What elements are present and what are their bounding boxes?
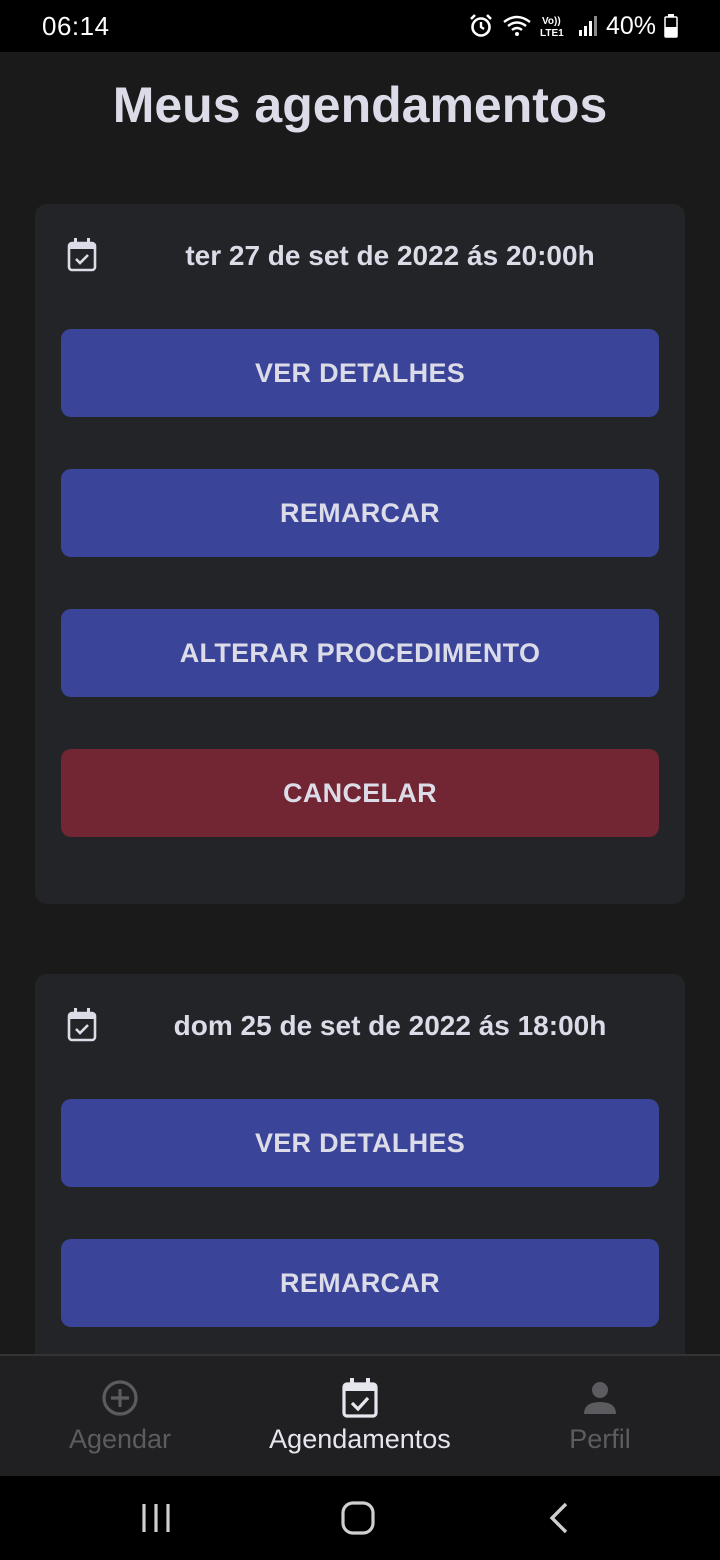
bottom-navigation: Agendar Agendamentos Perfil: [0, 1354, 720, 1476]
alarm-icon: [470, 14, 492, 37]
nav-label: Agendamentos: [269, 1424, 451, 1454]
battery-icon: [664, 14, 678, 38]
nav-item-agendar[interactable]: Agendar: [40, 1356, 200, 1478]
calendar-check-icon: [67, 1008, 97, 1042]
home-icon[interactable]: [338, 1498, 378, 1538]
nav-label: Agendar: [68, 1424, 172, 1454]
signal-icon: [578, 16, 597, 36]
appointment-card: dom 25 de set de 2022 ás 18:00h VER DETA…: [35, 974, 685, 1354]
system-navigation-bar: [0, 1476, 720, 1560]
nav-label: Perfil: [569, 1424, 631, 1454]
appointment-header: dom 25 de set de 2022 ás 18:00h: [35, 1008, 685, 1048]
svg-text:Vo)): Vo)): [542, 16, 561, 27]
nav-item-perfil[interactable]: Perfil: [520, 1356, 680, 1478]
appointment-header: ter 27 de set de 2022 ás 20:00h: [35, 238, 685, 278]
status-time: 06:14: [42, 10, 110, 41]
appointment-date: ter 27 de set de 2022 ás 20:00h: [185, 240, 595, 271]
wifi-icon: [503, 15, 531, 36]
change-procedure-button[interactable]: ALTERAR PROCEDIMENTO: [61, 609, 659, 697]
reschedule-button[interactable]: REMARCAR: [61, 469, 659, 557]
recent-apps-icon[interactable]: [136, 1498, 176, 1538]
status-bar: 06:14 Vo)) LTE1 40%: [0, 0, 720, 52]
appointment-card: ter 27 de set de 2022 ás 20:00h VER DETA…: [35, 204, 685, 904]
add-circle-icon: [102, 1380, 138, 1416]
calendar-check-icon: [342, 1378, 378, 1418]
view-details-button[interactable]: VER DETALHES: [61, 1099, 659, 1187]
appointment-date: dom 25 de set de 2022 ás 18:00h: [173, 1010, 607, 1041]
svg-text:LTE1: LTE1: [540, 28, 564, 39]
status-icons: Vo)) LTE1 40%: [468, 12, 678, 41]
appointments-screen[interactable]: Meus agendamentos ter 27 de set de 2022 …: [0, 52, 720, 1354]
calendar-check-icon: [67, 238, 97, 272]
person-icon: [584, 1382, 616, 1414]
back-icon[interactable]: [540, 1498, 580, 1538]
view-details-button[interactable]: VER DETALHES: [61, 329, 659, 417]
battery-level: 40%: [605, 11, 656, 40]
volte-icon: Vo)) LTE1: [540, 16, 564, 39]
page-title: Meus agendamentos: [112, 77, 608, 133]
reschedule-button[interactable]: REMARCAR: [61, 1239, 659, 1327]
nav-item-agendamentos[interactable]: Agendamentos: [240, 1356, 480, 1478]
cancel-button[interactable]: CANCELAR: [61, 749, 659, 837]
